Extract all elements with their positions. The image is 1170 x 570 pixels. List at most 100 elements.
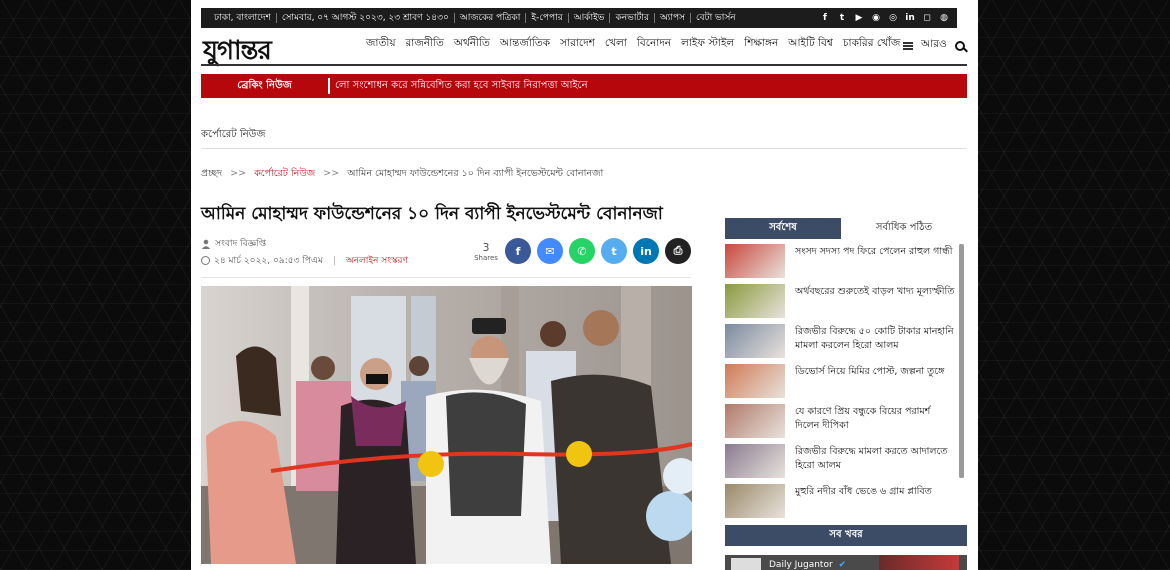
article-edition[interactable]: অনলাইন সংস্করণ <box>346 253 408 268</box>
section-divider <box>201 148 967 149</box>
all-news-button[interactable]: সব খবর <box>725 525 967 546</box>
twitter-icon[interactable]: t <box>601 238 627 264</box>
print-icon[interactable]: ⎙ <box>665 238 691 264</box>
sidebar-tabs: সর্বশেষ সর্বাধিক পঠিত <box>725 218 967 239</box>
nav-item[interactable]: আইটি বিশ্ব <box>783 36 838 56</box>
page: ঢাকা, বাংলাদেশ সোমবার, ০৭ আগস্ট ২০২৩, ২৩ … <box>191 0 978 570</box>
article-author-row: সংবাদ বিজ্ঞপ্তি <box>201 236 266 251</box>
breadcrumb-current: আমিন মোহাম্মদ ফাউন্ডেশনের ১০ দিন ব্যাপী … <box>347 168 604 179</box>
main-nav: জাতীয় রাজনীতি অর্থনীতি আন্তর্জাতিক সারাদেশ খ… <box>361 36 905 56</box>
top-link[interactable]: ই-পেপার <box>526 13 569 23</box>
nav-item[interactable]: অর্থনীতি <box>449 36 495 56</box>
verified-icon: ✔ <box>838 560 847 570</box>
top-link[interactable]: অ্যাপস <box>655 13 692 23</box>
top-link[interactable]: কনভার্টার <box>610 13 655 23</box>
news-list-item[interactable]: যে কারণে প্রিয় বন্ধুকে বিয়ের পরামর্শ দ… <box>725 404 955 440</box>
nav-item[interactable]: শিক্ষাঙ্গন <box>739 36 783 56</box>
user-icon <box>201 239 211 249</box>
instagram-icon[interactable]: ◻ <box>922 13 932 23</box>
rss-icon[interactable]: ◍ <box>939 13 949 23</box>
top-link[interactable]: ঢাকা, বাংলাদেশ <box>209 13 277 23</box>
news-thumbnail[interactable] <box>725 284 785 318</box>
top-bar: ঢাকা, বাংলাদেশ সোমবার, ০৭ আগস্ট ২০২৩, ২৩ … <box>201 8 957 28</box>
social-icons: f t ▶ ◉ ◎ in ◻ ◍ <box>820 13 949 23</box>
breadcrumb-category[interactable]: কর্পোরেট নিউজ <box>254 168 315 179</box>
section-title[interactable]: কর্পোরেট নিউজ <box>201 127 265 144</box>
facebook-icon[interactable]: f <box>505 238 531 264</box>
nav-right: আরও <box>903 37 965 54</box>
news-thumbnail[interactable] <box>725 244 785 278</box>
breaking-news-bar: ব্রেকিং নিউজ লো সংশোধন করে সন্নিবেশিত কর… <box>201 74 967 98</box>
tab-most-read[interactable]: সর্বাধিক পঠিত <box>841 218 967 239</box>
news-list-item[interactable]: সংসদ সদস্য পদ ফিরে পেলেন রাহুল গান্ধী <box>725 244 955 280</box>
breadcrumb-separator: >> <box>230 168 247 179</box>
news-list-item[interactable]: মুহুরি নদীর বাঁধ ভেঙে ৬ গ্রাম প্লাবিত <box>725 484 955 520</box>
clock-icon <box>201 256 210 265</box>
nav-item[interactable]: চাকরির খোঁজ <box>838 36 906 56</box>
fb-cover-image <box>879 555 959 570</box>
article-title: আমিন মোহাম্মদ ফাউন্ডেশনের ১০ দিন ব্যাপী … <box>201 204 663 224</box>
top-link[interactable]: সোমবার, ০৭ আগস্ট ২০২৩, ২৩ শ্রাবণ ১৪৩০ <box>277 13 455 23</box>
news-list-item[interactable]: রিজভীর বিরুদ্ধে ৫০ কোটি টাকার মানহানি মা… <box>725 324 955 360</box>
ribbon-cutting-photo <box>201 286 692 564</box>
messenger-icon[interactable]: ✉ <box>537 238 563 264</box>
news-title[interactable]: যে কারণে প্রিয় বন্ধুকে বিয়ের পরামর্শ দ… <box>795 404 955 433</box>
nav-item[interactable]: সারাদেশ <box>555 36 600 56</box>
breadcrumb-home[interactable]: প্রচ্ছদ <box>201 168 222 179</box>
news-title[interactable]: মুহুরি নদীর বাঁধ ভেঙে ৬ গ্রাম প্লাবিত <box>795 484 932 499</box>
news-thumbnail[interactable] <box>725 404 785 438</box>
search-icon[interactable] <box>954 40 965 51</box>
nav-item[interactable]: জাতীয় <box>361 36 401 56</box>
news-thumbnail[interactable] <box>725 444 785 478</box>
fb-page-name[interactable]: Daily Jugantor <box>769 560 833 570</box>
top-link[interactable]: আজকের পত্রিকা <box>455 13 527 23</box>
breadcrumb-separator: >> <box>323 168 340 179</box>
youtube-icon[interactable]: ▶ <box>854 13 864 23</box>
article-author: সংবাদ বিজ্ঞপ্তি <box>215 239 267 249</box>
logo[interactable]: যুগান্তর <box>203 30 272 66</box>
whatsapp-icon[interactable]: ✆ <box>569 238 595 264</box>
news-thumbnail[interactable] <box>725 364 785 398</box>
news-list-item[interactable]: ডিভোর্স নিয়ে মিমির পোস্ট, জল্পনা তুঙ্গে <box>725 364 955 400</box>
header-divider <box>201 64 967 66</box>
news-title[interactable]: রিজভীর বিরুদ্ধে মামলা করতে আদালতে হিরো আ… <box>795 444 955 473</box>
share-buttons: f ✉ ✆ t in ⎙ <box>505 238 691 264</box>
linkedin-icon[interactable]: in <box>633 238 659 264</box>
pinterest-icon[interactable]: ◎ <box>888 13 898 23</box>
fb-page-avatar <box>731 558 761 570</box>
nav-item[interactable]: বিনোদন <box>632 36 676 56</box>
share-count: 3 Shares <box>473 241 499 262</box>
article-date: ২৪ মার্চ ২০২২, ০৯:৫৩ পিএম <box>214 256 323 266</box>
twitter-icon[interactable]: t <box>837 13 847 23</box>
news-title[interactable]: অর্থবছরের শুরুতেই বাড়ল খাদ্য মূল্যস্ফীত… <box>795 284 954 299</box>
more-menu[interactable]: আরও <box>921 37 947 54</box>
scrollbar-thumb[interactable] <box>959 244 964 478</box>
facebook-icon[interactable]: f <box>820 13 830 23</box>
nav-item[interactable]: লাইফ স্টাইল <box>676 36 739 56</box>
news-title[interactable]: ডিভোর্স নিয়ে মিমির পোস্ট, জল্পনা তুঙ্গে <box>795 364 944 379</box>
share-count-number: 3 <box>482 241 490 254</box>
news-title[interactable]: সংসদ সদস্য পদ ফিরে পেলেন রাহুল গান্ধী <box>795 244 952 259</box>
top-link[interactable]: আর্কাইভ <box>569 13 611 23</box>
instagram-icon[interactable]: ◉ <box>871 13 881 23</box>
news-scrollbar[interactable] <box>959 244 964 478</box>
breaking-ticker[interactable]: লো সংশোধন করে সন্নিবেশিত করা হবে সাইবার … <box>335 78 588 95</box>
news-thumbnail[interactable] <box>725 324 785 358</box>
latest-news-list: সংসদ সদস্য পদ ফিরে পেলেন রাহুল গান্ধী অর্… <box>725 244 955 524</box>
article-photo <box>201 286 692 564</box>
nav-item[interactable]: আন্তর্জাতিক <box>495 36 555 56</box>
breadcrumb: প্রচ্ছদ >> কর্পোরেট নিউজ >> আমিন মোহাম্ম… <box>201 167 603 182</box>
news-list-item[interactable]: রিজভীর বিরুদ্ধে মামলা করতে আদালতে হিরো আ… <box>725 444 955 480</box>
facebook-page-widget[interactable]: Daily Jugantor ✔ <box>725 555 967 570</box>
top-link[interactable]: বেটা ভার্সন <box>691 13 741 23</box>
news-title[interactable]: রিজভীর বিরুদ্ধে ৫০ কোটি টাকার মানহানি মা… <box>795 324 955 353</box>
meta-divider <box>201 277 691 278</box>
news-list-item[interactable]: অর্থবছরের শুরুতেই বাড়ল খাদ্য মূল্যস্ফীত… <box>725 284 955 320</box>
linkedin-icon[interactable]: in <box>905 13 915 23</box>
nav-item[interactable]: খেলা <box>600 36 632 56</box>
nav-item[interactable]: রাজনীতি <box>401 36 449 56</box>
menu-icon[interactable] <box>903 41 913 50</box>
news-thumbnail[interactable] <box>725 484 785 518</box>
tab-latest[interactable]: সর্বশেষ <box>725 218 841 239</box>
meta-separator: | <box>332 255 336 266</box>
